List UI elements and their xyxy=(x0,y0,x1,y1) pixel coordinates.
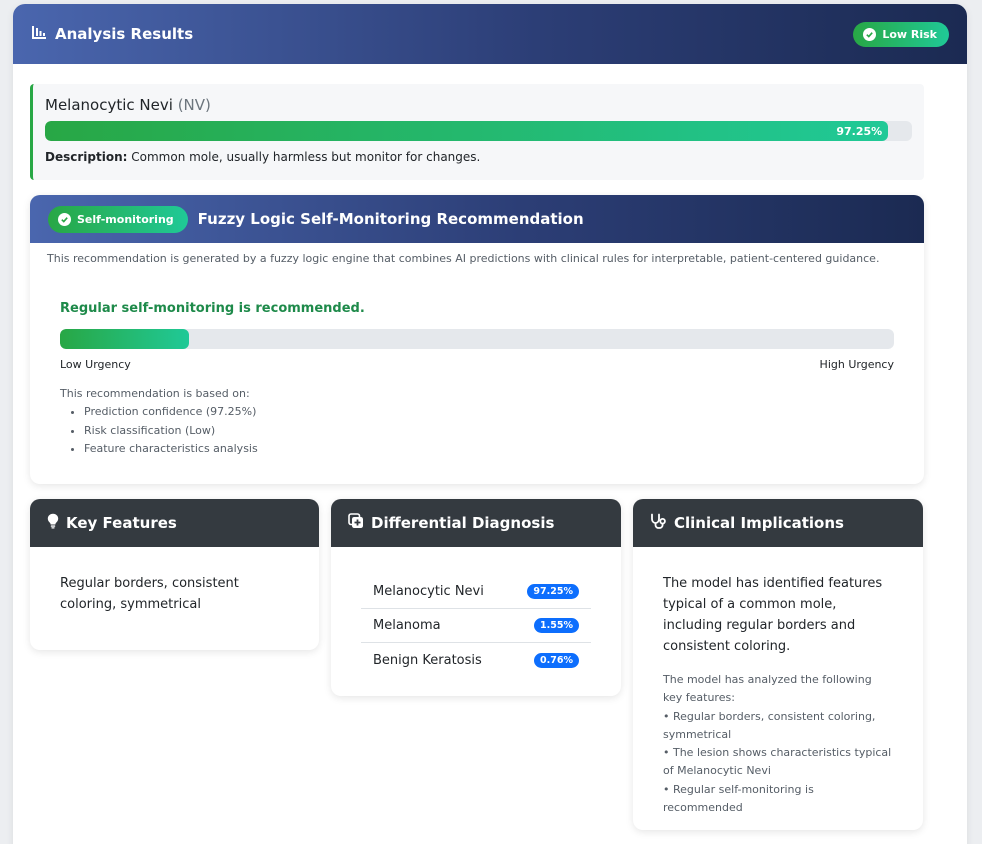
fuzzy-title: Fuzzy Logic Self-Monitoring Recommendati… xyxy=(197,210,584,228)
plus-square-icon xyxy=(348,513,364,533)
list-item: • The lesion shows characteristics typic… xyxy=(663,746,892,778)
fuzzy-header: Self-monitoring Fuzzy Logic Self-Monitor… xyxy=(30,195,924,243)
confidence-bar: 97.25% xyxy=(45,121,912,141)
bar-chart-icon xyxy=(31,25,47,44)
fuzzy-intro: This recommendation is generated by a fu… xyxy=(47,252,880,265)
basis-list: Prediction confidence (97.25%) Risk clas… xyxy=(60,403,894,459)
basis-intro: This recommendation is based on: xyxy=(60,387,250,400)
fuzzy-recommendation-card: Self-monitoring Fuzzy Logic Self-Monitor… xyxy=(30,195,924,484)
differential-title: Differential Diagnosis xyxy=(371,514,555,532)
key-features-title: Key Features xyxy=(66,514,177,532)
clinical-header: Clinical Implications xyxy=(633,499,923,547)
clinical-details-intro: The model has analyzed the following key… xyxy=(663,673,872,705)
prediction-class: Melanocytic Nevi xyxy=(45,96,173,114)
table-row: Melanoma 1.55% xyxy=(361,609,591,643)
list-item: Feature characteristics analysis xyxy=(84,440,894,459)
risk-badge: Low Risk xyxy=(853,21,949,47)
analysis-header: Analysis Results Low Risk xyxy=(13,4,967,64)
confidence-label: 97.25% xyxy=(836,124,883,138)
diagnosis-name: Benign Keratosis xyxy=(373,652,482,668)
table-row: Benign Keratosis 0.76% xyxy=(361,643,591,677)
probability-badge: 97.25% xyxy=(527,584,579,599)
prediction-box: Melanocytic Nevi (NV) 97.25% Description… xyxy=(30,84,924,180)
differential-diagnosis-card: Differential Diagnosis Melanocytic Nevi … xyxy=(331,499,621,696)
clinical-title: Clinical Implications xyxy=(674,514,844,532)
description-text: Common mole, usually harmless but monito… xyxy=(131,150,481,164)
list-item: Risk classification (Low) xyxy=(84,422,894,441)
prediction-name: Melanocytic Nevi (NV) xyxy=(45,96,912,114)
low-urgency-label: Low Urgency xyxy=(60,358,131,371)
analysis-title: Analysis Results xyxy=(31,25,193,44)
recommendation-basis: This recommendation is based on: Predict… xyxy=(60,387,894,459)
prediction-abbr: (NV) xyxy=(177,96,211,114)
self-monitoring-badge-label: Self-monitoring xyxy=(77,212,174,226)
confidence-bar-fill: 97.25% xyxy=(45,121,889,141)
risk-badge-label: Low Risk xyxy=(882,27,937,41)
lightbulb-icon xyxy=(47,513,59,533)
description-label: Description: xyxy=(45,150,128,164)
clinical-implications-card: Clinical Implications The model has iden… xyxy=(633,499,923,830)
urgency-labels: Low Urgency High Urgency xyxy=(60,358,894,371)
check-circle-icon xyxy=(863,27,877,41)
list-item: Prediction confidence (97.25%) xyxy=(84,403,894,422)
self-monitoring-badge: Self-monitoring xyxy=(48,205,188,233)
clinical-summary: The model has identified features typica… xyxy=(663,576,883,654)
high-urgency-label: High Urgency xyxy=(819,358,894,371)
differential-header: Differential Diagnosis xyxy=(331,499,621,547)
analysis-title-text: Analysis Results xyxy=(55,25,194,43)
key-features-card: Key Features Regular borders, consistent… xyxy=(30,499,319,650)
check-circle-icon xyxy=(58,212,71,226)
differential-table: Melanocytic Nevi 97.25% Melanoma 1.55% B… xyxy=(361,575,591,677)
urgency-bar xyxy=(60,329,894,349)
urgency-bar-fill xyxy=(60,329,190,349)
recommendation-text: Regular self-monitoring is recommended. xyxy=(60,301,365,316)
prediction-description: Description: Common mole, usually harmle… xyxy=(45,150,912,164)
list-item: • Regular self-monitoring is recommended xyxy=(663,782,814,815)
key-features-text: Regular borders, consistent coloring, sy… xyxy=(60,576,239,612)
diagnosis-name: Melanoma xyxy=(373,618,441,633)
stethoscope-icon xyxy=(650,513,667,533)
table-row: Melanocytic Nevi 97.25% xyxy=(361,575,591,609)
probability-badge: 0.76% xyxy=(534,652,579,668)
key-features-header: Key Features xyxy=(30,499,319,547)
diagnosis-name: Melanocytic Nevi xyxy=(373,584,484,599)
list-item: • Regular borders, consistent coloring, … xyxy=(663,709,876,741)
probability-badge: 1.55% xyxy=(534,618,579,633)
clinical-details: The model has analyzed the following key… xyxy=(633,657,923,817)
